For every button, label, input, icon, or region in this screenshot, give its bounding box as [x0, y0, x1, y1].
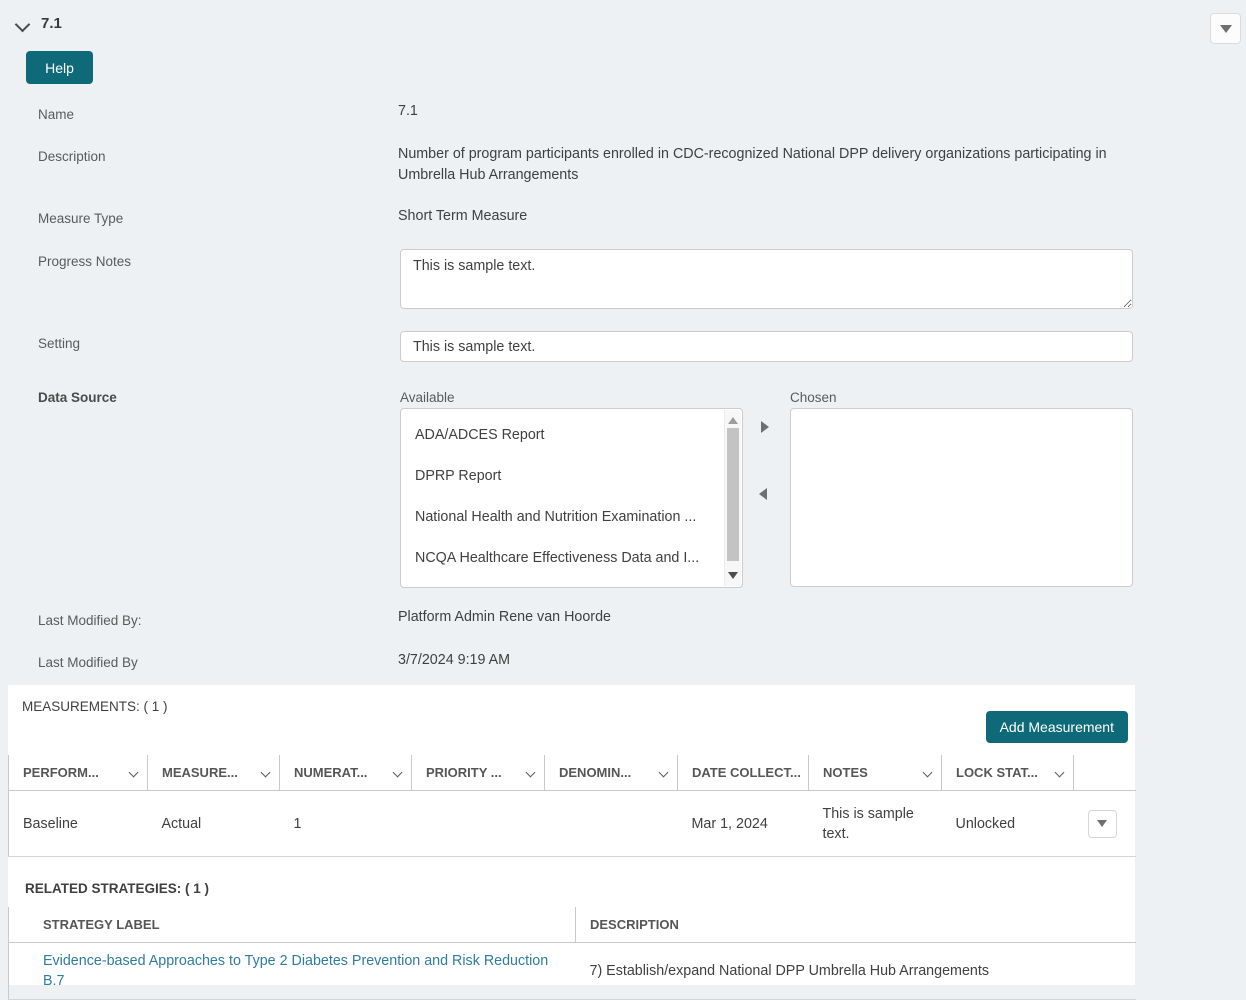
measurement-row: Baseline Actual 1 Mar 1, 2024 This is sa…: [8, 790, 1136, 857]
col-measurement-header[interactable]: MEASURE...: [147, 755, 280, 791]
numerator-cell: 1: [279, 790, 412, 857]
lock-status-cell: Unlocked: [941, 790, 1074, 857]
col-performance-header[interactable]: PERFORM...: [8, 755, 148, 791]
col-label: DENOMIN...: [559, 765, 632, 780]
help-button[interactable]: Help: [26, 51, 93, 84]
col-label: DATE COLLECT...: [692, 765, 801, 780]
denominator-cell: [544, 790, 678, 857]
chevron-down-icon: [260, 767, 271, 778]
measure-type-label: Measure Type: [38, 211, 124, 226]
measurements-table: PERFORM... MEASURE... NUMERAT... PRIORIT…: [8, 755, 1136, 857]
page-title: 7.1: [41, 15, 62, 32]
chosen-listbox[interactable]: [790, 408, 1133, 587]
actions-cell: [1073, 790, 1136, 857]
col-label: PRIORITY ...: [426, 765, 502, 780]
strategy-description-cell: 7) Establish/expand National DPP Umbrell…: [575, 942, 1136, 1000]
setting-label: Setting: [38, 336, 81, 351]
available-option[interactable]: DPRP Report: [401, 456, 724, 497]
progress-notes-label: Progress Notes: [38, 254, 132, 269]
col-label: NOTES: [823, 765, 868, 780]
chevron-down-icon: [1054, 767, 1065, 778]
available-listbox[interactable]: ADA/ADCES Report DPRP Report National He…: [400, 408, 743, 588]
col-actions-header: [1073, 755, 1136, 791]
last-modified-date-value: 3/7/2024 9:19 AM: [398, 652, 511, 668]
col-label: NUMERAT...: [294, 765, 368, 780]
last-modified-by-value: Platform Admin Rene van Hoorde: [398, 609, 611, 625]
strategy-label-cell: Evidence-based Approaches to Type 2 Diab…: [8, 942, 576, 1000]
row-actions-button[interactable]: [1087, 809, 1117, 838]
strategies-header-row: STRATEGY LABEL DESCRIPTION: [8, 907, 1136, 943]
setting-input[interactable]: [400, 331, 1133, 362]
col-numerator-header[interactable]: NUMERAT...: [279, 755, 412, 791]
measurements-section-title: MEASUREMENTS: ( 1 ): [22, 699, 168, 714]
name-label: Name: [38, 107, 75, 122]
related-strategies-section-title: RELATED STRATEGIES: ( 1 ): [25, 881, 210, 896]
last-modified-by-label: Last Modified By:: [38, 613, 142, 628]
name-value: 7.1: [398, 103, 418, 119]
add-measurement-button[interactable]: Add Measurement: [985, 711, 1128, 743]
col-denominator-header[interactable]: DENOMIN...: [544, 755, 678, 791]
last-modified-date-label: Last Modified By: [38, 655, 138, 670]
data-source-label: Data Source: [38, 390, 117, 405]
related-strategies-table: STRATEGY LABEL DESCRIPTION Evidence-base…: [8, 907, 1136, 1000]
listbox-scrollbar[interactable]: [724, 410, 741, 586]
chevron-down-icon: [658, 767, 669, 778]
available-option[interactable]: NCQA Healthcare Effectiveness Data and I…: [401, 538, 724, 579]
col-label: LOCK STAT...: [956, 765, 1038, 780]
performance-cell: Baseline: [8, 790, 148, 857]
caret-down-icon: [1219, 24, 1232, 33]
measurement-type-cell: Actual: [147, 790, 280, 857]
available-list-label: Available: [400, 390, 455, 405]
col-label: PERFORM...: [23, 765, 99, 780]
col-priority-header[interactable]: PRIORITY ...: [411, 755, 545, 791]
progress-notes-textarea[interactable]: This is sample text.: [400, 249, 1133, 309]
chevron-down-icon: [525, 767, 536, 778]
strategy-link[interactable]: Evidence-based Approaches to Type 2 Diab…: [43, 953, 548, 989]
col-description-header[interactable]: DESCRIPTION: [575, 907, 1136, 943]
col-notes-header[interactable]: NOTES: [808, 755, 942, 791]
date-collected-cell: Mar 1, 2024: [677, 790, 809, 857]
col-date-collected-header[interactable]: DATE COLLECT...: [677, 755, 809, 791]
chevron-down-icon: [392, 767, 403, 778]
measurements-panel: MEASUREMENTS: ( 1 ) Add Measurement PERF…: [8, 685, 1136, 1000]
scroll-up-icon[interactable]: [728, 417, 738, 424]
chevron-down-icon: [128, 767, 139, 778]
move-right-arrow-icon[interactable]: [761, 421, 769, 433]
chosen-list-label: Chosen: [790, 390, 837, 405]
scroll-down-icon[interactable]: [728, 572, 738, 579]
measurements-header-row: PERFORM... MEASURE... NUMERAT... PRIORIT…: [8, 755, 1136, 791]
available-option[interactable]: ADA/ADCES Report: [401, 415, 724, 456]
header-actions-button[interactable]: [1210, 13, 1241, 44]
col-strategy-label-header[interactable]: STRATEGY LABEL: [8, 907, 576, 943]
notes-cell: This is sample text.: [808, 790, 942, 857]
collapse-chevron-down-icon[interactable]: [14, 16, 31, 33]
scrollbar-thumb[interactable]: [727, 428, 739, 561]
description-label: Description: [38, 149, 106, 164]
col-lock-status-header[interactable]: LOCK STAT...: [941, 755, 1074, 791]
chevron-down-icon: [922, 767, 933, 778]
description-value: Number of program participants enrolled …: [398, 146, 1107, 183]
move-left-arrow-icon[interactable]: [759, 488, 767, 500]
priority-cell: [411, 790, 545, 857]
col-label: MEASURE...: [162, 765, 238, 780]
caret-down-icon: [1097, 820, 1107, 827]
measure-type-value: Short Term Measure: [398, 208, 528, 224]
measure-detail-page: 7.1 Help Name 7.1 Description Number of …: [0, 0, 1246, 1000]
available-option[interactable]: National Health and Nutrition Examinatio…: [401, 497, 724, 538]
strategy-row: Evidence-based Approaches to Type 2 Diab…: [8, 942, 1136, 1000]
